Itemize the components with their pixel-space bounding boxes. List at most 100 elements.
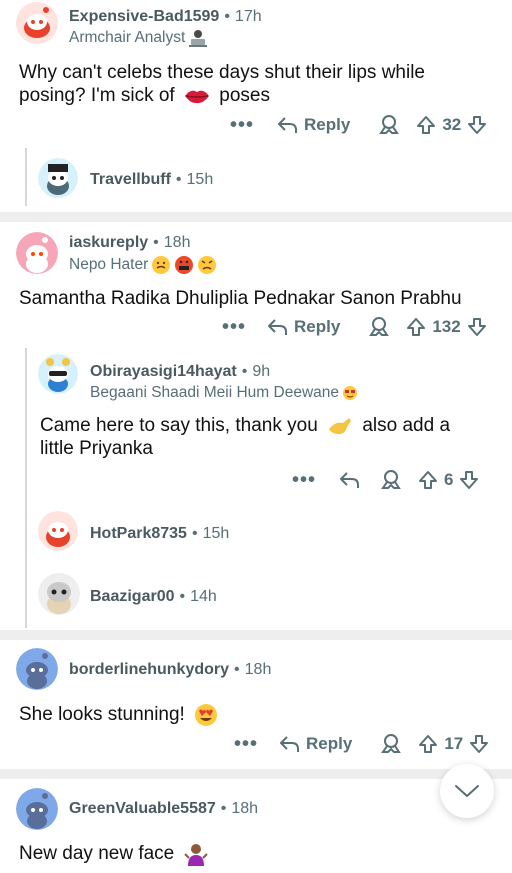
separator-dot: • xyxy=(234,661,240,678)
hand-wave-emoji-icon xyxy=(329,417,352,435)
reply-arrow-icon xyxy=(340,472,360,488)
laptop-person-icon xyxy=(189,30,208,47)
avatar[interactable] xyxy=(38,572,80,616)
avatar[interactable] xyxy=(38,511,78,551)
separator-dot: • xyxy=(224,8,230,25)
username[interactable]: Baazigar00 xyxy=(90,588,175,605)
reply-button[interactable] xyxy=(338,470,360,490)
score: 32 xyxy=(442,115,462,134)
award-icon[interactable] xyxy=(368,316,390,338)
upvote-icon[interactable] xyxy=(416,115,436,135)
snoo-avatar-icon xyxy=(38,158,78,198)
username[interactable]: borderlinehunkydory xyxy=(69,661,229,678)
comment-body: Came here to say this, thank you also ad… xyxy=(40,415,451,459)
angry-face-emoji-icon xyxy=(198,256,217,274)
reply-button[interactable]: Reply xyxy=(266,317,340,337)
steam-face-emoji-icon xyxy=(152,256,171,274)
avatar[interactable] xyxy=(16,232,58,274)
comment-actions: ••• Reply 17 xyxy=(234,730,489,758)
upvote-icon[interactable] xyxy=(406,317,426,337)
timestamp: 15h xyxy=(186,171,214,188)
separator-dot: • xyxy=(241,363,248,380)
downvote-icon[interactable] xyxy=(467,317,487,337)
comment-body: Samantha Radika Dhuliplia Pednakar Sanon… xyxy=(19,288,462,309)
timestamp: 17h xyxy=(234,8,262,25)
score: 17 xyxy=(444,734,464,753)
upvote-icon[interactable] xyxy=(418,734,438,754)
separator-dot: • xyxy=(191,525,198,542)
avatar[interactable] xyxy=(16,648,58,690)
shrug-emoji-icon xyxy=(183,844,208,866)
comment-separator xyxy=(0,212,512,222)
ellipsis-icon[interactable]: ••• xyxy=(234,733,258,756)
comment-body: New day new face xyxy=(19,842,499,866)
user-flair: Nepo Hater xyxy=(69,255,217,275)
downvote-icon[interactable] xyxy=(467,115,487,135)
snoo-avatar-icon xyxy=(16,2,58,44)
score: 6 xyxy=(444,470,454,489)
separator-dot: • xyxy=(179,588,186,605)
downvote-icon[interactable] xyxy=(469,734,489,754)
username[interactable]: GreenValuable5587 xyxy=(69,800,216,817)
user-flair: Begaani Shaadi Meii Hum Deewane xyxy=(90,384,358,402)
score: 132 xyxy=(432,317,461,336)
scroll-down-button[interactable] xyxy=(440,764,494,818)
user-flair: Armchair Analyst xyxy=(69,29,208,47)
timestamp: 18h xyxy=(163,234,191,251)
award-icon[interactable] xyxy=(378,114,400,136)
username[interactable]: HotPark8735 xyxy=(90,525,187,542)
comment-body: She looks stunning! xyxy=(19,703,499,727)
timestamp: 15h xyxy=(202,525,230,542)
separator-dot: • xyxy=(220,800,227,817)
timestamp: 18h xyxy=(231,800,259,817)
avatar[interactable] xyxy=(16,2,58,44)
snoo-avatar-icon xyxy=(16,788,58,830)
snoo-avatar-icon xyxy=(16,232,58,274)
ellipsis-icon[interactable]: ••• xyxy=(222,316,246,339)
lips-emoji-icon xyxy=(184,90,209,104)
comment-separator xyxy=(0,769,512,779)
timestamp: 14h xyxy=(190,588,217,605)
award-icon[interactable] xyxy=(380,469,402,491)
chevron-down-icon xyxy=(455,785,479,797)
username[interactable]: iaskureply xyxy=(69,234,148,251)
snoo-avatar-icon xyxy=(38,573,80,615)
upvote-icon[interactable] xyxy=(418,470,438,490)
avatar[interactable] xyxy=(38,354,78,394)
reply-arrow-icon xyxy=(280,736,300,752)
comment-actions: ••• 6 xyxy=(292,466,479,494)
avatar[interactable] xyxy=(38,158,78,198)
separator-dot: • xyxy=(175,171,182,188)
downvote-icon[interactable] xyxy=(459,470,479,490)
reply-arrow-icon xyxy=(278,117,298,133)
timestamp: 18h xyxy=(244,661,272,678)
comment-body: Why can't celebs these days shut their l… xyxy=(19,62,425,106)
avatar[interactable] xyxy=(16,788,58,830)
comment-actions: ••• Reply 132 xyxy=(222,313,487,341)
vote-controls: 17 xyxy=(418,734,489,754)
cursing-face-emoji-icon xyxy=(175,256,194,274)
reply-button[interactable]: Reply xyxy=(276,115,350,135)
comment-separator xyxy=(0,630,512,640)
ellipsis-icon[interactable]: ••• xyxy=(230,114,254,137)
separator-dot: • xyxy=(153,234,159,251)
reply-button[interactable]: Reply xyxy=(278,734,352,754)
username[interactable]: Travellbuff xyxy=(90,171,171,188)
snoo-avatar-icon xyxy=(16,648,58,690)
username[interactable]: Expensive-Bad1599 xyxy=(69,8,219,25)
snoo-avatar-icon xyxy=(38,511,78,551)
award-icon[interactable] xyxy=(380,733,402,755)
vote-controls: 32 xyxy=(416,115,487,135)
snoo-avatar-icon xyxy=(38,354,78,394)
thread-line xyxy=(25,148,27,206)
thread-line xyxy=(25,348,27,628)
vote-controls: 132 xyxy=(406,317,486,337)
username[interactable]: Obirayasigi14hayat xyxy=(90,363,237,380)
reply-arrow-icon xyxy=(268,319,288,335)
comment-actions: ••• Reply 32 xyxy=(230,111,487,139)
ellipsis-icon[interactable]: ••• xyxy=(292,469,316,492)
sunglasses-face-emoji-icon xyxy=(343,386,358,400)
timestamp: 9h xyxy=(252,363,271,380)
vote-controls: 6 xyxy=(418,470,479,490)
heart-eyes-emoji-icon xyxy=(195,704,218,726)
